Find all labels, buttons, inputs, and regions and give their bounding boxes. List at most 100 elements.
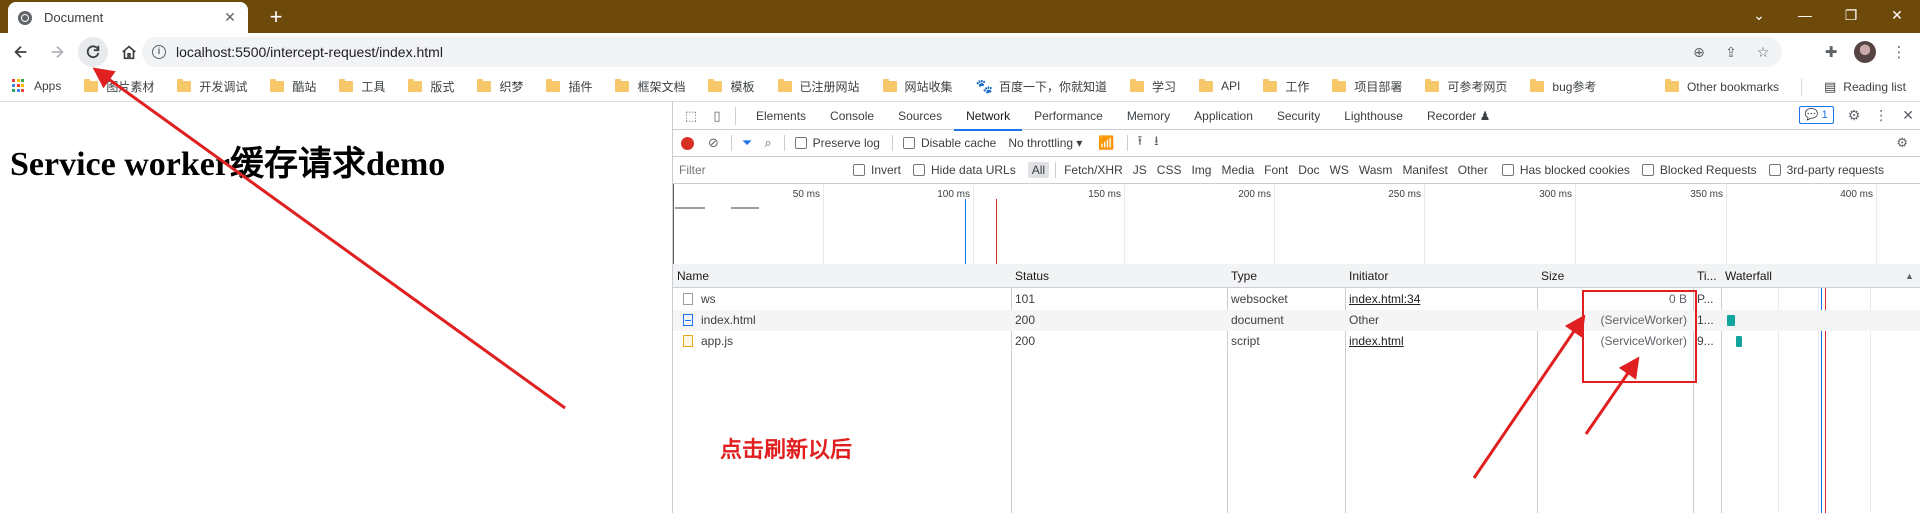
filter-type[interactable]: Manifest — [1398, 162, 1451, 178]
tab-close-icon[interactable]: ✕ — [222, 9, 238, 26]
blocked-requests-checkbox[interactable]: Blocked Requests — [1641, 163, 1757, 177]
bookmark-folder[interactable]: 图片素材 — [84, 78, 154, 95]
address-bar[interactable]: i localhost:5500/intercept-request/index… — [142, 37, 1782, 67]
bookmark-folder[interactable]: 学习 — [1129, 78, 1176, 95]
disable-cache-checkbox[interactable]: Disable cache — [902, 136, 996, 150]
star-icon[interactable]: ☆ — [1754, 43, 1772, 61]
table-row[interactable]: app.js 200 script index.html (ServiceWor… — [673, 331, 1920, 352]
search-icon[interactable]: ⌕ — [764, 135, 771, 151]
devtools-tab[interactable]: Application — [1182, 102, 1265, 130]
filter-type[interactable]: Font — [1260, 162, 1292, 178]
bookmark-folder[interactable]: 已注册网站 — [777, 78, 860, 95]
bookmark-folder[interactable]: bug参考 — [1530, 78, 1596, 95]
filter-icon[interactable]: ⏷ — [742, 135, 752, 151]
back-button[interactable] — [6, 37, 36, 67]
bookmark-folder[interactable]: 酷站 — [270, 78, 316, 95]
devtools-tab[interactable]: Performance — [1022, 102, 1115, 130]
site-info-icon[interactable]: i — [152, 45, 166, 59]
reading-list[interactable]: ▤ Reading list — [1824, 79, 1906, 95]
column-header-time[interactable]: Ti... — [1693, 264, 1721, 288]
column-header-size[interactable]: Size — [1537, 264, 1693, 288]
filter-type[interactable]: Other — [1454, 162, 1492, 178]
column-header-waterfall[interactable]: Waterfall — [1721, 264, 1901, 288]
preserve-log-checkbox[interactable]: Preserve log — [794, 136, 880, 150]
filter-type[interactable]: JS — [1129, 162, 1151, 178]
filter-type[interactable]: Media — [1217, 162, 1258, 178]
bookmark-apps[interactable]: Apps — [12, 79, 61, 93]
network-settings-gear-icon[interactable]: ⚙ — [1896, 135, 1908, 151]
device-toolbar-icon[interactable]: ▯ — [709, 108, 725, 124]
bookmark-folder[interactable]: 项目部署 — [1332, 78, 1402, 95]
filter-type[interactable]: Doc — [1294, 162, 1323, 178]
record-icon[interactable] — [681, 136, 694, 150]
browser-tab[interactable]: Document ✕ — [8, 2, 248, 33]
bookmark-folder[interactable]: 开发调试 — [177, 78, 247, 95]
profile-avatar[interactable] — [1854, 41, 1876, 63]
bookmark-folder[interactable]: API — [1199, 78, 1240, 93]
devtools-tab[interactable]: Elements — [744, 102, 818, 130]
filter-type[interactable]: Wasm — [1355, 162, 1397, 178]
devtools-tab[interactable]: Security — [1265, 102, 1332, 130]
devtools-tab[interactable]: Console — [818, 102, 886, 130]
devtools-tab-network[interactable]: Network — [954, 102, 1023, 131]
bookmark-folder[interactable]: 网站收集 — [882, 78, 953, 95]
bookmark-folder[interactable]: 工作 — [1263, 78, 1309, 95]
import-har-icon[interactable]: ⭱ — [1138, 132, 1143, 154]
bookmark-folder[interactable]: 工具 — [339, 78, 385, 95]
bookmark-folder[interactable]: 框架文档 — [615, 78, 685, 95]
menu-icon[interactable]: ⋮ — [1886, 37, 1912, 67]
bookmark-folder[interactable]: 织梦 — [477, 78, 523, 95]
column-header-name[interactable]: Name — [673, 264, 1011, 288]
new-tab-button[interactable]: + — [262, 4, 290, 30]
restore-icon[interactable]: ❐ — [1828, 0, 1874, 30]
bookmark-folder[interactable]: 版式 — [408, 78, 454, 95]
settings-gear-icon[interactable]: ⚙ — [1848, 107, 1861, 124]
devtools-tab[interactable]: Lighthouse — [1332, 102, 1415, 130]
share-icon[interactable]: ⇪ — [1722, 43, 1740, 61]
window-close-icon[interactable]: ✕ — [1874, 0, 1920, 30]
bookmark-folder[interactable]: 模板 — [708, 78, 755, 95]
clear-icon[interactable]: ⊘ — [708, 135, 719, 151]
filter-type[interactable]: CSS — [1153, 162, 1186, 178]
inspect-element-icon[interactable]: ⬚ — [683, 108, 699, 124]
network-overview-timeline[interactable]: 50 ms 100 ms 150 ms 200 ms 250 ms 300 ms… — [673, 184, 1920, 266]
filter-input[interactable] — [679, 160, 843, 180]
network-conditions-icon[interactable]: 📶 — [1098, 135, 1114, 151]
invert-checkbox[interactable]: Invert — [853, 163, 901, 177]
initiator-link[interactable]: index.html — [1345, 331, 1537, 352]
column-header-status[interactable]: Status — [1011, 264, 1227, 288]
close-devtools-icon[interactable]: ✕ — [1902, 107, 1914, 124]
timeline-left-handle[interactable] — [673, 184, 676, 266]
other-bookmarks[interactable]: Other bookmarks — [1664, 79, 1779, 94]
zoom-icon[interactable]: ⊕ — [1690, 43, 1708, 61]
devtools-tab[interactable]: Sources — [886, 102, 954, 130]
filter-type[interactable]: Img — [1187, 162, 1215, 178]
more-options-icon[interactable]: ⋮ — [1874, 107, 1888, 124]
column-header-type[interactable]: Type — [1227, 264, 1345, 288]
column-header-initiator[interactable]: Initiator — [1345, 264, 1537, 288]
throttling-select[interactable]: No throttling ▾ — [1008, 136, 1082, 150]
bookmark-baidu[interactable]: 🐾 百度一下，你就知道 — [976, 78, 1107, 95]
table-row[interactable]: index.html 200 document Other (ServiceWo… — [673, 310, 1920, 331]
export-har-icon[interactable]: ⭳ — [1154, 132, 1159, 154]
sort-asc-icon[interactable]: ▲ — [1901, 264, 1920, 288]
initiator-link[interactable]: index.html:34 — [1345, 289, 1537, 310]
home-button[interactable] — [114, 37, 144, 67]
bookmark-folder[interactable]: 插件 — [546, 78, 592, 95]
third-party-requests-checkbox[interactable]: 3rd-party requests — [1768, 163, 1884, 177]
minimize-icon[interactable]: — — [1782, 0, 1828, 30]
reload-button[interactable] — [78, 37, 108, 67]
hide-data-urls-checkbox[interactable]: Hide data URLs — [913, 163, 1016, 177]
table-row[interactable]: ws 101 websocket index.html:34 0 B P... — [673, 289, 1920, 310]
extensions-icon[interactable]: ✚ — [1818, 37, 1844, 67]
has-blocked-cookies-checkbox[interactable]: Has blocked cookies — [1501, 163, 1630, 177]
bookmark-folder[interactable]: 可参考网页 — [1425, 78, 1507, 95]
tab-search-icon[interactable]: ⌄ — [1736, 0, 1782, 30]
filter-type[interactable]: WS — [1326, 162, 1353, 178]
devtools-tab[interactable]: Memory — [1115, 102, 1182, 130]
filter-type[interactable]: Fetch/XHR — [1060, 162, 1127, 178]
issues-badge[interactable]: 💬 1 — [1798, 106, 1834, 124]
devtools-tab[interactable]: Recorder ♟ — [1415, 102, 1502, 130]
filter-type-all[interactable]: All — [1027, 162, 1050, 178]
forward-button[interactable] — [42, 37, 72, 67]
